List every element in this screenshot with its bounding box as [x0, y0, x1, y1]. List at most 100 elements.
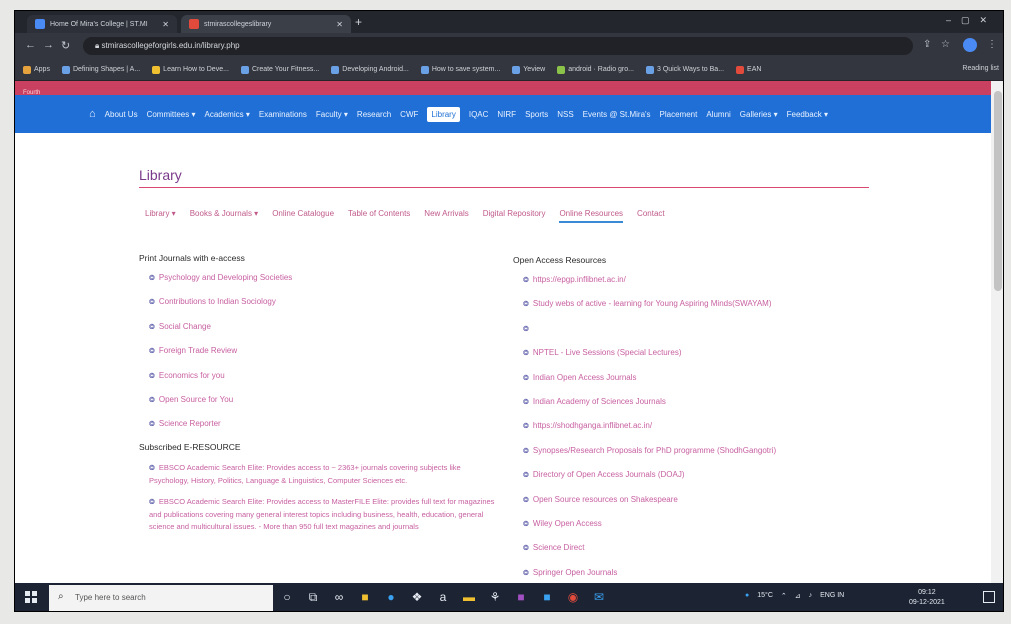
- chrome-icon[interactable]: ◉: [565, 587, 581, 607]
- close-icon[interactable]: ✕: [336, 20, 343, 29]
- nav-item[interactable]: Alumni: [706, 110, 730, 119]
- windows-start-icon[interactable]: [25, 591, 37, 603]
- volume-icon[interactable]: ♪: [809, 592, 813, 600]
- section-heading: Open Access Resources: [513, 255, 607, 265]
- nav-item[interactable]: Examinations: [259, 110, 307, 119]
- subnav-item[interactable]: Digital Repository: [483, 209, 546, 223]
- back-icon[interactable]: ←: [25, 39, 36, 51]
- nav-item[interactable]: NIRF: [497, 110, 516, 119]
- resource-link[interactable]: ❂ Science Direct: [523, 543, 873, 553]
- nav-item[interactable]: Academics ▾: [204, 110, 249, 119]
- explorer-icon[interactable]: ▬: [461, 587, 477, 607]
- taskbar-search-input[interactable]: ⌕ Type here to search: [49, 585, 273, 611]
- bookmark-item[interactable]: Developing Android...: [331, 65, 409, 74]
- weather-temp[interactable]: 15°C: [757, 592, 773, 600]
- scrollbar-thumb[interactable]: [994, 91, 1002, 291]
- tray-chevron-icon[interactable]: ⌃: [781, 592, 787, 600]
- app-icon[interactable]: ⚘: [487, 587, 503, 607]
- edge-icon[interactable]: ●: [383, 587, 399, 607]
- nav-item[interactable]: Faculty ▾: [316, 110, 348, 119]
- mail-icon[interactable]: ✉: [591, 587, 607, 607]
- clock[interactable]: 09:12 09-12-2021: [909, 588, 945, 608]
- forward-icon[interactable]: →: [43, 39, 54, 51]
- resource-link[interactable]: ❂ NPTEL - Live Sessions (Special Lectures…: [523, 348, 873, 358]
- resource-link[interactable]: ❂ Directory of Open Access Journals (DOAJ…: [523, 470, 873, 480]
- resource-link[interactable]: ❂ Springer Open Journals: [523, 568, 873, 578]
- subnav-item[interactable]: New Arrivals: [424, 209, 468, 223]
- subnav-item[interactable]: Library ▾: [145, 209, 176, 223]
- resource-link[interactable]: ❂ Indian Open Access Journals: [523, 373, 873, 383]
- nav-item[interactable]: Placement: [660, 110, 698, 119]
- resource-link[interactable]: ❂ Wiley Open Access: [523, 519, 873, 529]
- bookmark-item[interactable]: android · Radio gro...: [557, 65, 634, 74]
- star-icon[interactable]: ☆: [941, 39, 950, 50]
- eresource-link[interactable]: ❂ EBSCO Academic Search Elite: Provides a…: [149, 496, 499, 532]
- notification-icon[interactable]: [983, 591, 995, 603]
- profile-avatar[interactable]: [963, 38, 977, 52]
- subnav-item-online-resources[interactable]: Online Resources: [559, 209, 624, 223]
- app-icon[interactable]: ∞: [331, 587, 347, 607]
- network-icon[interactable]: ⊿: [795, 592, 801, 600]
- resource-link[interactable]: ❂ Open Source resources on Shakespeare: [523, 495, 873, 505]
- bookmark-item[interactable]: How to save system...: [420, 65, 500, 74]
- amazon-icon[interactable]: a: [435, 587, 451, 607]
- resource-link[interactable]: ❂ Indian Academy of Sciences Journals: [523, 397, 873, 407]
- nav-item[interactable]: CWF: [400, 110, 418, 119]
- weather-icon[interactable]: ●: [745, 592, 749, 600]
- store-icon[interactable]: ■: [357, 587, 373, 607]
- bullet-icon: ❂: [523, 569, 529, 577]
- bookmark-item[interactable]: Yeview: [512, 65, 545, 74]
- bookmark-item[interactable]: EAN: [736, 65, 761, 74]
- resource-link[interactable]: ❂: [523, 324, 873, 334]
- nav-item[interactable]: Committees ▾: [147, 110, 196, 119]
- menu-icon[interactable]: ⋮: [987, 39, 997, 50]
- journal-link[interactable]: ❂ Science Reporter: [149, 419, 499, 429]
- top-band: Fourth: [15, 81, 991, 96]
- onenote-icon[interactable]: ■: [513, 587, 529, 607]
- lang-indicator[interactable]: ENG IN: [820, 592, 844, 600]
- subnav-item[interactable]: Books & Journals ▾: [190, 209, 259, 223]
- subnav-item[interactable]: Contact: [637, 209, 665, 223]
- browser-tab-2[interactable]: stmirascollegeslibrary ✕: [181, 15, 351, 33]
- bookmark-item[interactable]: Apps: [23, 65, 50, 74]
- nav-item[interactable]: Sports: [525, 110, 548, 119]
- dropbox-icon[interactable]: ❖: [409, 587, 425, 607]
- journal-link[interactable]: ❂ Contributions to Indian Sociology: [149, 297, 499, 307]
- resource-link[interactable]: ❂ https://shodhganga.inflibnet.ac.in/: [523, 421, 873, 431]
- subnav-item[interactable]: Table of Contents: [348, 209, 410, 223]
- bookmark-item[interactable]: Defining Shapes | A...: [61, 65, 140, 74]
- eresource-link[interactable]: ❂ EBSCO Academic Search Elite: Provides a…: [149, 462, 499, 486]
- nav-item-library[interactable]: Library: [427, 106, 460, 122]
- nav-item[interactable]: Feedback ▾: [787, 110, 828, 119]
- journal-link[interactable]: ❂ Psychology and Developing Societies: [149, 273, 499, 283]
- reading-list-button[interactable]: Reading list: [962, 65, 999, 72]
- bookmark-item[interactable]: Learn How to Deve...: [152, 65, 229, 74]
- window-controls[interactable]: –▢✕: [946, 15, 997, 26]
- task-view-icon[interactable]: ⧉: [305, 587, 321, 607]
- bookmark-item[interactable]: 3 Quick Ways to Ba...: [645, 65, 724, 74]
- home-icon[interactable]: ⌂: [89, 108, 96, 120]
- app-icon[interactable]: ■: [539, 587, 555, 607]
- new-tab-button[interactable]: +: [355, 15, 362, 29]
- subnav-item[interactable]: Online Catalogue: [272, 209, 334, 223]
- close-icon[interactable]: ✕: [162, 20, 169, 29]
- browser-tab-1[interactable]: Home Of Mira's College | ST.MI ✕: [27, 15, 177, 33]
- nav-item[interactable]: About Us: [105, 110, 138, 119]
- nav-item[interactable]: Research: [357, 110, 391, 119]
- reload-icon[interactable]: ↻: [61, 39, 70, 52]
- nav-item[interactable]: Events @ St.Mira's: [583, 110, 651, 119]
- url-input[interactable]: 🔒︎ stmirascollegeforgirls.edu.in/library…: [83, 37, 913, 55]
- cortana-icon[interactable]: ○: [279, 587, 295, 607]
- nav-item[interactable]: IQAC: [469, 110, 489, 119]
- share-icon[interactable]: ⇪: [923, 39, 931, 50]
- journal-link[interactable]: ❂ Open Source for You: [149, 395, 499, 405]
- journal-link[interactable]: ❂ Social Change: [149, 322, 499, 332]
- nav-item[interactable]: Galleries ▾: [740, 110, 778, 119]
- resource-link[interactable]: ❂ https://epgp.inflibnet.ac.in/: [523, 275, 873, 285]
- resource-link[interactable]: ❂ Synopses/Research Proposals for PhD pro…: [523, 446, 873, 456]
- nav-item[interactable]: NSS: [557, 110, 573, 119]
- journal-link[interactable]: ❂ Foreign Trade Review: [149, 346, 499, 356]
- resource-link[interactable]: ❂ Study webs of active - learning for You…: [523, 299, 873, 309]
- bookmark-item[interactable]: Create Your Fitness...: [240, 65, 319, 74]
- journal-link[interactable]: ❂ Economics for you: [149, 371, 499, 381]
